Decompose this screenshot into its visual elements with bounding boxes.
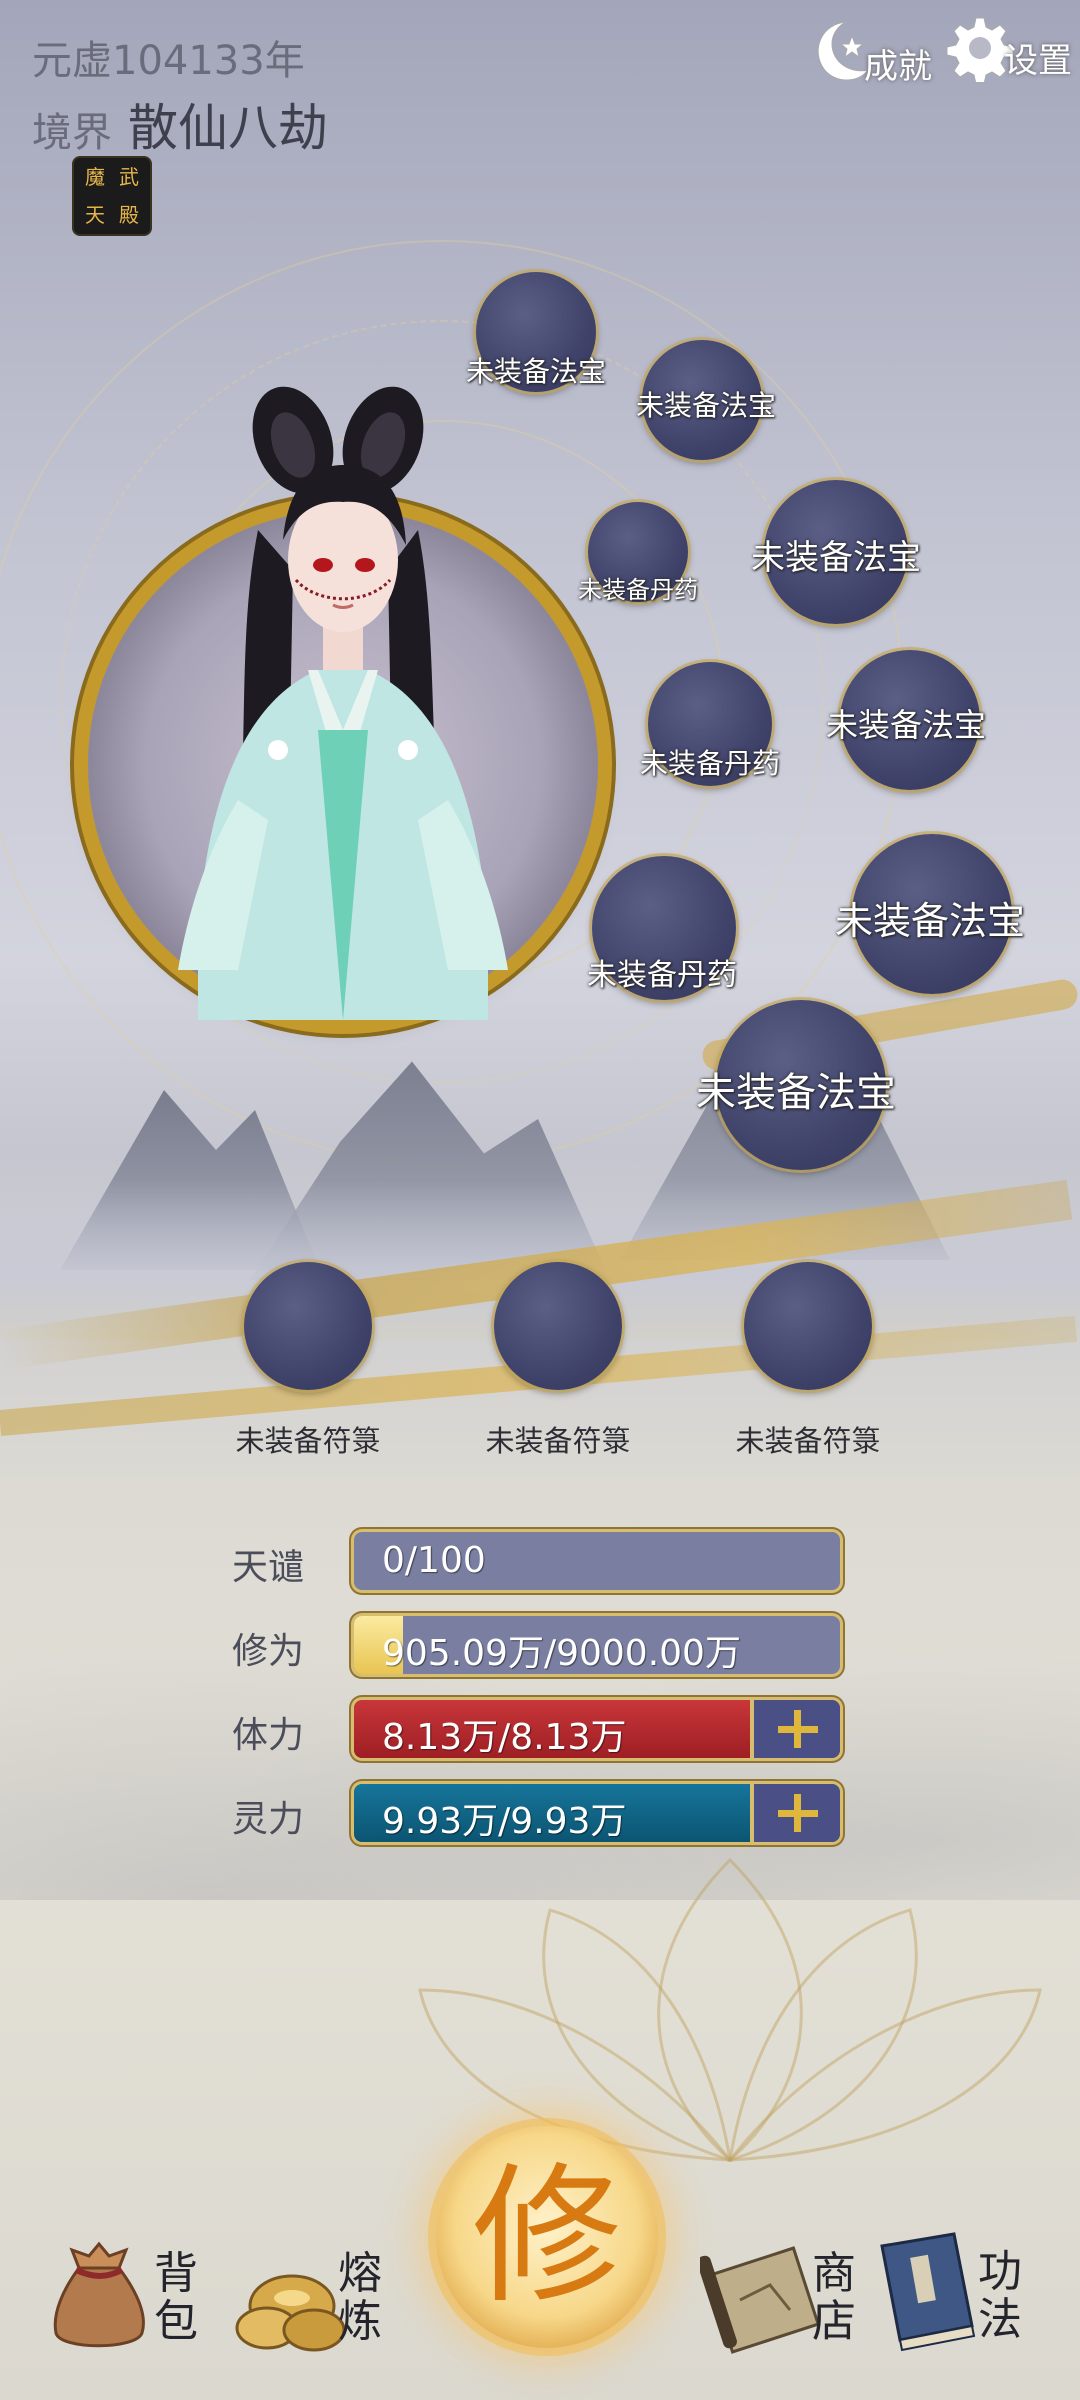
character-portrait[interactable]: [88, 386, 598, 1020]
gold-ingots-icon: [235, 2274, 346, 2352]
character-figure: [178, 386, 508, 1020]
book-icon: [880, 2232, 976, 2352]
achievements-button[interactable]: 成就: [808, 14, 932, 88]
badge-char: 殿: [119, 203, 139, 227]
shop-label-1: 商: [812, 2248, 856, 2299]
skills-label-1: 功: [978, 2246, 1022, 2297]
talisman-slot-label: 未装备符箓: [485, 1424, 631, 1458]
smelt-label-1: 熔: [338, 2248, 382, 2299]
tribulation-label: 天谴: [232, 1547, 305, 1588]
achievements-label: 成就: [864, 47, 932, 87]
settings-button[interactable]: 设置: [946, 14, 1072, 82]
cultivate-button[interactable]: 修: [436, 2126, 658, 2348]
skills-label-2: 法: [978, 2294, 1022, 2345]
bag-button[interactable]: 背 包: [44, 2230, 204, 2360]
cultivation-value: 905.09万/9000.00万: [382, 1633, 741, 1674]
tribulation-bar: 0/100: [354, 1532, 840, 1590]
spirit-value: 9.93万/9.93万: [382, 1801, 627, 1842]
realm-value: 散仙八劫: [128, 99, 328, 157]
game-year: 元虚104133年: [32, 38, 305, 84]
treasure-slot-label: 未装备法宝: [825, 706, 987, 744]
cultivation-label: 修为: [232, 1631, 305, 1672]
talisman-slot-label: 未装备符箓: [235, 1424, 381, 1458]
treasure-slot-label: 未装备法宝: [635, 389, 777, 422]
pill-slot-label: 未装备丹药: [639, 747, 781, 780]
sect-badge[interactable]: 魔 武 天 殿: [74, 158, 150, 234]
settings-label: 设置: [1004, 41, 1072, 81]
pill-slot-label: 未装备丹药: [587, 958, 737, 993]
stamina-value: 8.13万/8.13万: [382, 1717, 627, 1758]
stamina-label: 体力: [232, 1715, 305, 1756]
cultivation-bar: 905.09万/9000.00万: [354, 1616, 840, 1674]
treasure-slot-label: 未装备法宝: [696, 1070, 896, 1116]
shop-label-2: 店: [812, 2296, 856, 2347]
badge-char: 武: [119, 165, 139, 189]
stamina-add-button[interactable]: [750, 1700, 840, 1758]
talisman-slot[interactable]: [244, 1262, 372, 1390]
money-pouch-icon: [53, 2241, 145, 2348]
spirit-label: 灵力: [232, 1799, 305, 1840]
tribulation-value: 0/100: [382, 1540, 486, 1581]
scroll-map-icon: [700, 2246, 821, 2354]
skills-button[interactable]: 功 法: [862, 2226, 1038, 2360]
talisman-slot-label: 未装备符箓: [735, 1424, 881, 1458]
cultivate-label: 修: [471, 2150, 622, 2324]
shop-button[interactable]: 商 店: [700, 2230, 870, 2360]
treasure-slot-label: 未装备法宝: [751, 538, 921, 578]
bag-label-2: 包: [154, 2296, 198, 2347]
badge-char: 魔: [85, 165, 105, 189]
spirit-add-button[interactable]: [750, 1784, 840, 1842]
smelt-label-2: 炼: [338, 2296, 382, 2347]
treasure-slot-label: 未装备法宝: [465, 355, 607, 388]
realm-label: 境界: [32, 110, 112, 156]
treasure-slot-label: 未装备法宝: [834, 899, 1026, 943]
stamina-bar: 8.13万/8.13万: [354, 1700, 840, 1758]
talisman-slot[interactable]: [494, 1262, 622, 1390]
smelt-button[interactable]: 熔 炼: [232, 2230, 392, 2360]
bag-label-1: 背: [154, 2248, 198, 2299]
talisman-slot[interactable]: [744, 1262, 872, 1390]
pill-slot-label: 未装备丹药: [578, 576, 698, 604]
badge-char: 天: [85, 203, 105, 227]
spirit-bar: 9.93万/9.93万: [354, 1784, 840, 1842]
